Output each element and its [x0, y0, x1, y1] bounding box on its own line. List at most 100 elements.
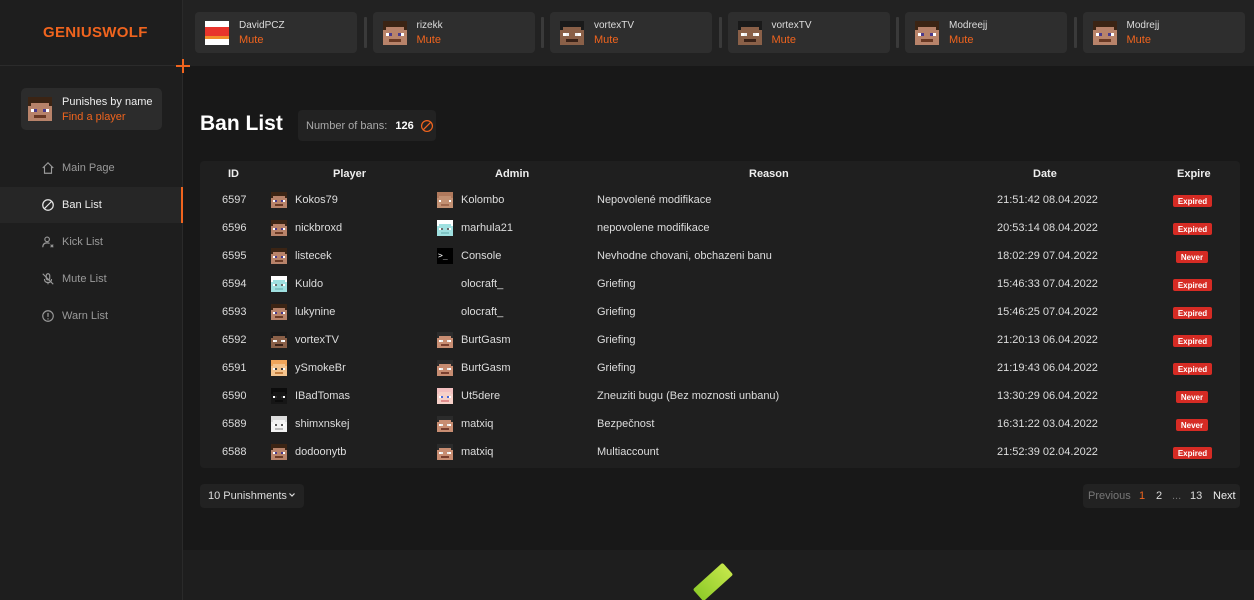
- table-row[interactable]: 6597 Kokos79 Kolombo Nepovolené modifikace 2…: [200, 186, 1240, 214]
- admin-name[interactable]: olocraft_: [461, 278, 503, 290]
- pagination-page-2[interactable]: 2: [1156, 490, 1162, 502]
- pagination-page-1[interactable]: 1: [1139, 490, 1145, 502]
- mute-button[interactable]: Mute: [239, 34, 285, 46]
- ban-id: 6595: [222, 250, 247, 262]
- player-head-icon: [271, 276, 287, 292]
- mute-button[interactable]: Mute: [594, 34, 634, 46]
- mute-button[interactable]: Mute: [1127, 34, 1160, 46]
- pagination-page-13[interactable]: 13: [1190, 490, 1202, 502]
- table-row[interactable]: 6594 Kuldo olocraft_ Griefing 15:46:33 07.04…: [200, 270, 1240, 298]
- brand-logo[interactable]: GENIUSWOLF: [0, 0, 182, 66]
- expire-badge: Expired: [1173, 363, 1212, 375]
- recent-player-card[interactable]: DavidPCZ Mute: [195, 12, 357, 53]
- home-icon: [42, 161, 54, 174]
- page-title: Ban List: [200, 112, 283, 135]
- table-row[interactable]: 6593 lukynine olocraft_ Griefing 15:46:25 07…: [200, 298, 1240, 326]
- admin-name[interactable]: Kolombo: [461, 194, 504, 206]
- admin-name[interactable]: olocraft_: [461, 306, 503, 318]
- ban-reason: Nepovolené modifikace: [597, 194, 712, 206]
- warn-icon: [42, 310, 54, 322]
- player-head-icon: [271, 304, 287, 320]
- recent-players-bar: DavidPCZ Mute rizekk Mute vortexTV Mute vortex…: [183, 0, 1254, 66]
- sidebar-item-main-page[interactable]: Main Page: [0, 150, 183, 186]
- player-head-icon: [28, 97, 52, 121]
- leaf-logo-icon: [692, 562, 734, 600]
- player-name[interactable]: nickbroxd: [295, 222, 342, 234]
- player-head-icon: [437, 304, 453, 320]
- player-name[interactable]: Kuldo: [295, 278, 323, 290]
- player-name[interactable]: listecek: [295, 250, 332, 262]
- mute-button[interactable]: Mute: [949, 34, 987, 46]
- ban-date: 21:20:13 06.04.2022: [997, 334, 1098, 346]
- sidebar-item-label: Kick List: [62, 236, 103, 248]
- sidebar-item-mute-list[interactable]: Mute List: [0, 261, 183, 297]
- ban-date: 20:53:14 08.04.2022: [997, 222, 1098, 234]
- sidebar-item-warn-list[interactable]: Warn List: [0, 298, 183, 334]
- per-page-select[interactable]: 10 Punishments: [200, 484, 304, 508]
- player-name[interactable]: dodoonytb: [295, 446, 346, 458]
- player-head-icon: [271, 220, 287, 236]
- player-name[interactable]: Kokos79: [295, 194, 338, 206]
- admin-name[interactable]: Console: [461, 250, 501, 262]
- player-name[interactable]: lukynine: [295, 306, 335, 318]
- ban-reason: Griefing: [597, 362, 636, 374]
- expire-badge: Expired: [1173, 279, 1212, 291]
- mute-button[interactable]: Mute: [772, 34, 812, 46]
- player-head-icon: [271, 416, 287, 432]
- ban-reason: Nevhodne chovani, obchazeni banu: [597, 250, 772, 262]
- player-head-icon: [1092, 20, 1117, 45]
- table-row[interactable]: 6596 nickbroxd marhula21 nepovolene modifik…: [200, 214, 1240, 242]
- player-head-icon: [205, 20, 229, 45]
- table-row[interactable]: 6590 IBadTomas Ut5dere Zneuziti bugu (Bez m…: [200, 382, 1240, 410]
- player-name[interactable]: IBadTomas: [295, 390, 350, 402]
- ban-id: 6588: [222, 446, 247, 458]
- admin-name[interactable]: marhula21: [461, 222, 513, 234]
- expire-badge: Expired: [1173, 307, 1212, 319]
- player-name[interactable]: shimxnskej: [295, 418, 349, 430]
- pagination-next[interactable]: Next: [1213, 490, 1236, 502]
- player-head-icon: [437, 416, 453, 432]
- table-row[interactable]: 6589 shimxnskej matxiq Bezpečnost 16:31:22 0…: [200, 410, 1240, 438]
- ban-date: 13:30:29 06.04.2022: [997, 390, 1098, 402]
- table-row[interactable]: 6595 listecek >_ Console Nevhodne chovani, o…: [200, 242, 1240, 270]
- pagination: Previous 1 2 ... 13 Next: [1083, 484, 1240, 508]
- table-row[interactable]: 6591 ySmokeBr BurtGasm Griefing 21:19:43 06.…: [200, 354, 1240, 382]
- player-name[interactable]: ySmokeBr: [295, 362, 346, 374]
- table-row[interactable]: 6588 dodoonytb matxiq Multiaccount 21:52:39 …: [200, 438, 1240, 466]
- recent-player-card[interactable]: rizekk Mute: [372, 12, 535, 53]
- ban-reason: Griefing: [597, 278, 636, 290]
- admin-name[interactable]: Ut5dere: [461, 390, 500, 402]
- player-head-icon: [437, 276, 453, 292]
- admin-name[interactable]: matxiq: [461, 418, 493, 430]
- recent-player-card[interactable]: Modreejj Mute: [905, 12, 1067, 53]
- recent-player-card[interactable]: vortexTV Mute: [727, 12, 890, 53]
- per-page-value: 10 Punishments: [208, 490, 287, 502]
- player-head-icon: [271, 388, 287, 404]
- add-icon[interactable]: [176, 59, 190, 73]
- find-player-link[interactable]: Find a player: [62, 111, 153, 123]
- column-header-expire: Expire: [1177, 168, 1211, 180]
- admin-name[interactable]: BurtGasm: [461, 334, 511, 346]
- ban-date: 15:46:33 07.04.2022: [997, 278, 1098, 290]
- sidebar-item-kick-list[interactable]: Kick List: [0, 224, 183, 260]
- find-player-card[interactable]: Punishes by name Find a player: [21, 88, 162, 130]
- recent-player-name: vortexTV: [594, 19, 635, 31]
- table-row[interactable]: 6592 vortexTV BurtGasm Griefing 21:20:13 06.…: [200, 326, 1240, 354]
- recent-player-card[interactable]: vortexTV Mute: [550, 12, 712, 53]
- ban-reason: Multiaccount: [597, 446, 659, 458]
- admin-name[interactable]: matxiq: [461, 446, 493, 458]
- sidebar-nav: Main Page Ban List Kick List Mute List W…: [0, 150, 183, 335]
- expire-badge: Expired: [1173, 335, 1212, 347]
- admin-name[interactable]: BurtGasm: [461, 362, 511, 374]
- player-name[interactable]: vortexTV: [295, 334, 339, 346]
- column-header-reason: Reason: [749, 168, 789, 180]
- column-header-id: ID: [228, 168, 239, 180]
- ban-date: 21:19:43 06.04.2022: [997, 362, 1098, 374]
- mute-button[interactable]: Mute: [417, 34, 443, 46]
- sidebar-item-ban-list[interactable]: Ban List: [0, 187, 183, 223]
- recent-player-card[interactable]: Modrejj Mute: [1082, 12, 1245, 53]
- column-header-player: Player: [333, 168, 367, 180]
- find-player-title: Punishes by name: [62, 95, 153, 108]
- ban-id: 6597: [222, 194, 247, 206]
- pagination-previous[interactable]: Previous: [1088, 490, 1131, 502]
